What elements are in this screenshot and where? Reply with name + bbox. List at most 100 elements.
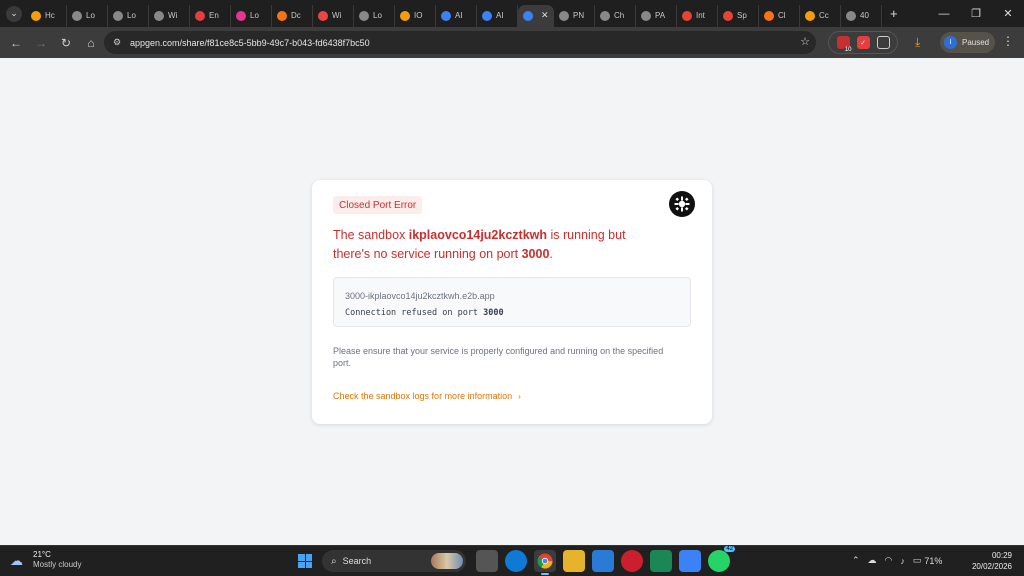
browser-toolbar: ← → ↻ ⌂ ⚙ appgen.com/share/f81ce8c5-5bb9… [0,27,1024,58]
link-label[interactable]: Check the sandbox logs for more informat… [333,391,512,401]
browser-tab[interactable]: IO [395,4,436,27]
tab-label: Ch [614,11,625,20]
error-message: The sandbox ikplaovco14ju2kcztkwh is run… [333,226,663,264]
browser-tab[interactable]: Wi [313,4,354,27]
whatsapp-icon[interactable]: 42 [708,546,735,572]
close-tab-icon[interactable]: ✕ [541,10,549,21]
message-prefix: The sandbox [333,228,409,242]
chevron-right-icon: › [518,392,521,401]
browser-tab[interactable]: AI [436,4,477,27]
menu-icon[interactable]: ⋮ [1002,34,1014,48]
tab-favicon-icon [600,10,610,21]
refused-port: 3000 [483,308,504,318]
task-view-icon[interactable] [476,550,498,572]
browser-tab[interactable]: Cl [759,4,800,27]
tab-label: Int [696,11,705,20]
refused-text: Connection refused on port 3000 [345,308,504,318]
profile-button[interactable]: I Paused [940,32,995,53]
tab-favicon-icon [113,10,123,21]
date: 20/02/2026 [971,562,1012,571]
minimize-icon[interactable]: — [928,0,960,27]
tab-label: Cc [819,11,829,20]
download-icon[interactable]: ⤓ [915,35,920,50]
browser-tab[interactable]: PN [554,4,595,27]
tab-label: En [209,11,219,20]
whatsapp-badge: 42 [724,546,735,552]
clock[interactable]: 00:29 20/02/2026 [972,550,1012,572]
onedrive-icon[interactable]: ☁ [868,555,877,566]
sandbox-logs-link[interactable]: Check the sandbox logs for more informat… [333,391,521,401]
error-card: Closed Port Error The sandbox ikplaovco1… [312,180,712,424]
window-controls: — ❐ ✕ [928,0,1024,27]
browser-tab[interactable]: Sp [718,4,759,27]
reload-button[interactable]: ↻ [54,31,78,55]
tab-favicon-icon [277,10,287,21]
bookmark-star-icon[interactable]: ☆ [800,35,810,48]
edge-icon[interactable] [505,550,527,572]
search-label: Search [342,556,372,566]
battery-percent: 71% [924,555,943,566]
browser-tab[interactable]: PA [636,4,677,27]
tab-favicon-icon [195,10,205,21]
host-url: 3000-ikplaovco14ju2kcztkwh.e2b.app [345,291,495,301]
search-highlight-image [431,553,463,569]
browser-tab[interactable]: Lo [108,4,149,27]
browser-tab[interactable]: Lo [67,4,108,27]
browser-tab[interactable]: Wi [149,4,190,27]
forward-button[interactable]: → [29,31,53,55]
browser-tab[interactable]: En [190,4,231,27]
tab-label: Dc [291,11,301,20]
address-bar[interactable]: ⚙ appgen.com/share/f81ce8c5-5bb9-49c7-b0… [104,31,816,54]
chevron-up-icon[interactable]: ⌃ [852,555,860,566]
tab-favicon-icon [641,10,651,21]
close-window-icon[interactable]: ✕ [992,0,1024,27]
tab-favicon-icon [72,10,82,21]
browser-tab[interactable]: Dc [272,4,313,27]
browser-tab[interactable]: Hc [26,4,67,27]
message-suffix: . [549,247,553,261]
url-text[interactable]: appgen.com/share/f81ce8c5-5bb9-49c7-b043… [130,38,370,48]
tab-label: 40 [860,11,869,20]
chrome-icon[interactable] [534,550,556,575]
browser-tab[interactable]: Lo [354,4,395,27]
browser-tab[interactable]: 40 [841,4,882,27]
new-tab-button[interactable]: + [890,6,898,21]
browser-tab[interactable]: Lo [231,4,272,27]
back-button[interactable]: ← [4,31,28,55]
browser-tab[interactable]: Int [677,4,718,27]
tab-label: Hc [45,11,55,20]
shield-extension-icon[interactable]: ✓ [856,36,870,49]
tab-search-button[interactable]: ⌄ [6,5,22,22]
opera-icon[interactable] [621,550,643,572]
snipping-tool-icon[interactable] [592,550,614,572]
browser-tab[interactable]: Ch [595,4,636,27]
volume-icon[interactable]: ♪ [900,556,905,566]
connection-details: 3000-ikplaovco14ju2kcztkwh.e2b.app Conne… [333,277,691,327]
refused-prefix: Connection refused on port [345,308,484,318]
file-explorer-icon[interactable] [563,550,585,572]
site-info-icon[interactable]: ⚙ [111,37,123,49]
browser-tab[interactable]: ✕ [518,4,554,27]
tab-label: PN [573,11,585,20]
tab-label: Lo [373,11,382,20]
extensions-group: 10 ✓ [828,31,898,54]
system-tray: ⌃ ☁ ◠ ♪ ▭ 71% [852,555,950,566]
browser-tab[interactable]: Cc [800,4,841,27]
weather-text: Mostly cloudy [33,560,82,569]
tab-label: Lo [86,11,95,20]
puzzle-icon[interactable] [876,36,890,49]
restore-icon[interactable]: ❐ [960,0,992,27]
extension-icon[interactable]: 10 [836,36,854,53]
home-button[interactable]: ⌂ [79,31,103,55]
weather-widget[interactable]: ☁ 21°C Mostly cloudy [10,550,81,570]
wifi-icon[interactable]: ◠ [885,555,893,566]
search-icon: ⌕ [331,555,337,567]
play-store-icon[interactable] [650,550,672,572]
browser-tab[interactable]: AI [477,4,518,27]
battery-icon[interactable]: ▭ [913,555,922,566]
notepad-icon[interactable] [679,550,701,572]
tab-label: Wi [168,11,178,20]
tab-label: AI [455,11,463,20]
taskbar-search[interactable]: ⌕ Search [322,550,466,572]
start-button[interactable] [298,554,312,568]
